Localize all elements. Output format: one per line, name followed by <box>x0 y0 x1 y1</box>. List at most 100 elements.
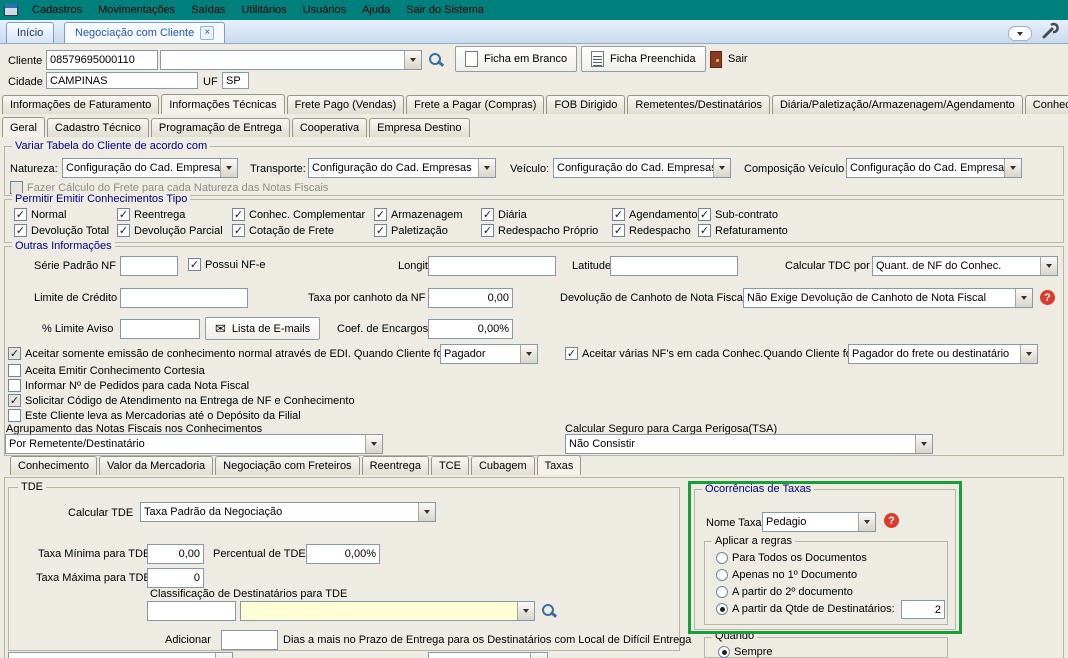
diaria-checkbox[interactable] <box>481 208 494 221</box>
tab-geral[interactable]: Geral <box>2 117 45 137</box>
menu-usuarios[interactable]: Usuários <box>295 1 354 19</box>
longitude-input[interactable] <box>428 256 556 276</box>
tab-diaria-paletizacao-armazenagem-agendamento[interactable]: Diária/Paletização/Armazenagem/Agendamen… <box>771 95 1023 114</box>
redespacho-checkbox[interactable] <box>612 224 625 237</box>
cotacao-frete-checkbox[interactable] <box>232 224 245 237</box>
tab-cubagem[interactable]: Cubagem <box>470 456 535 475</box>
chevron-down-icon[interactable] <box>858 513 875 531</box>
regra-primeiro-radio[interactable] <box>716 569 728 581</box>
tab-inicio[interactable]: Início <box>6 22 55 43</box>
classificacao-destinatarios-select[interactable] <box>240 601 535 621</box>
menu-ajuda[interactable]: Ajuda <box>354 1 398 19</box>
varias-nfs-select[interactable]: Pagador do frete ou destinatário <box>848 344 1038 364</box>
chevron-down-icon[interactable] <box>404 51 421 69</box>
natureza-select[interactable]: Configuração do Cad. Empresas <box>62 158 238 178</box>
tab-conhecimento[interactable]: Conhecimento <box>10 456 97 475</box>
taxa-maxima-input[interactable]: 0 <box>147 568 204 588</box>
possui-nfe-checkbox[interactable] <box>188 258 201 271</box>
bottom-partial-select-2[interactable] <box>428 652 548 658</box>
transporte-select[interactable]: Configuração do Cad. Empresas <box>308 158 496 178</box>
armazenagem-checkbox[interactable] <box>374 208 387 221</box>
seguro-carga-select[interactable]: Não Consistir <box>565 434 933 454</box>
regra-segundo-radio[interactable] <box>716 586 728 598</box>
help-icon[interactable]: ? <box>1040 290 1055 305</box>
agrupamento-select[interactable]: Por Remetente/Destinatário <box>5 434 383 454</box>
tab-cooperativa[interactable]: Cooperativa <box>291 118 368 137</box>
agendamento-checkbox[interactable] <box>612 208 625 221</box>
chevron-down-icon[interactable] <box>215 653 232 658</box>
ficha-em-branco-button[interactable]: Ficha em Branco <box>455 46 578 72</box>
atendimento-checkbox[interactable] <box>8 394 21 407</box>
redespacho-proprio-checkbox[interactable] <box>481 224 494 237</box>
adicionar-dias-input[interactable] <box>221 630 278 650</box>
tools-icon[interactable] <box>1040 22 1060 43</box>
chevron-down-icon[interactable] <box>478 159 495 177</box>
tab-programacao-de-entrega[interactable]: Programação de Entrega <box>150 118 290 137</box>
calcular-tdc-select[interactable]: Quant. de NF do Conhec. <box>872 256 1058 276</box>
tab-tce[interactable]: TCE <box>430 456 469 475</box>
cortesia-checkbox[interactable] <box>8 364 21 377</box>
regra-todos-radio[interactable] <box>716 552 728 564</box>
chevron-down-icon[interactable] <box>530 653 547 658</box>
paletizacao-checkbox[interactable] <box>374 224 387 237</box>
regra-qtde-radio[interactable] <box>716 603 728 615</box>
chevron-down-icon[interactable] <box>713 159 730 177</box>
edi-checkbox[interactable] <box>8 347 21 360</box>
uf-input[interactable]: SP <box>222 72 249 89</box>
latitude-input[interactable] <box>610 256 738 276</box>
conhec-complementar-checkbox[interactable] <box>232 208 245 221</box>
tab-reentrega[interactable]: Reentrega <box>361 456 429 475</box>
nome-taxa-select[interactable]: Pedagio <box>762 512 876 532</box>
tab-taxas[interactable]: Taxas <box>536 455 582 475</box>
refaturamento-checkbox[interactable] <box>698 224 711 237</box>
chevron-down-icon[interactable] <box>1040 257 1057 275</box>
serie-padrao-nf-input[interactable] <box>120 256 178 276</box>
search-icon[interactable] <box>428 52 444 68</box>
classificacao-codigo-input[interactable] <box>147 601 236 621</box>
cliente-code-input[interactable]: 08579695000110 <box>46 50 158 70</box>
cliente-name-select[interactable] <box>160 50 422 70</box>
tab-negociacao-com-freteiros[interactable]: Negociação com Freteiros <box>215 456 360 475</box>
chevron-down-icon[interactable] <box>220 159 237 177</box>
composicao-veiculo-select[interactable]: Configuração do Cad. Empresas <box>846 158 1022 178</box>
varias-nfs-checkbox[interactable] <box>565 347 578 360</box>
calcular-tde-select[interactable]: Taxa Padrão da Negociação <box>140 502 436 522</box>
chevron-down-icon[interactable] <box>520 345 537 363</box>
chevron-down-icon[interactable] <box>365 435 382 453</box>
tab-informacoes-tecnicas[interactable]: Informações Técnicas <box>161 94 285 114</box>
menu-movimentacoes[interactable]: Movimentações <box>90 1 183 19</box>
tab-remetentes-destinatarios[interactable]: Remetentes/Destinatários <box>627 95 770 114</box>
chevron-down-icon[interactable] <box>915 435 932 453</box>
chevron-down-icon[interactable] <box>1020 345 1037 363</box>
lista-emails-button[interactable]: ✉ Lista de E-mails <box>205 317 321 340</box>
search-icon[interactable] <box>541 603 557 619</box>
tab-negociacao-com-cliente[interactable]: Negociação com Cliente × <box>64 22 226 43</box>
deposito-checkbox[interactable] <box>8 409 21 422</box>
devolucao-total-checkbox[interactable] <box>14 224 27 237</box>
limite-credito-input[interactable] <box>120 288 248 308</box>
menu-saidas[interactable]: Saídas <box>183 1 233 19</box>
tab-valor-da-mercadoria[interactable]: Valor da Mercadoria <box>98 456 214 475</box>
tab-fob-dirigido[interactable]: FOB Dirigido <box>546 95 626 114</box>
chevron-down-icon[interactable] <box>1004 159 1021 177</box>
percentual-tde-input[interactable]: 0,00% <box>306 544 380 564</box>
quando-sempre-radio[interactable] <box>718 646 730 658</box>
pedidos-checkbox[interactable] <box>8 379 21 392</box>
menu-cadastros[interactable]: Cadastros <box>24 1 90 19</box>
tab-cadastro-tecnico[interactable]: Cadastro Técnico <box>46 118 149 137</box>
sair-button[interactable]: Sair <box>710 47 748 71</box>
reentrega-checkbox[interactable] <box>117 208 130 221</box>
tab-frete-pago-vendas[interactable]: Frete Pago (Vendas) <box>286 95 405 114</box>
taxa-minima-input[interactable]: 0,00 <box>147 544 204 564</box>
limite-aviso-input[interactable] <box>120 319 200 339</box>
devolucao-parcial-checkbox[interactable] <box>117 224 130 237</box>
ficha-preenchida-button[interactable]: Ficha Preenchida <box>581 46 706 72</box>
coef-encargos-input[interactable]: 0,00% <box>428 319 513 339</box>
veiculo-select[interactable]: Configuração do Cad. Empresas <box>553 158 731 178</box>
chevron-down-icon[interactable] <box>517 602 534 620</box>
devolucao-canhoto-select[interactable]: Não Exige Devolução de Canhoto de Nota F… <box>743 288 1033 308</box>
normal-checkbox[interactable] <box>14 208 27 221</box>
sub-contrato-checkbox[interactable] <box>698 208 711 221</box>
chevron-down-icon[interactable] <box>418 503 435 521</box>
chevron-down-icon[interactable] <box>1015 289 1032 307</box>
